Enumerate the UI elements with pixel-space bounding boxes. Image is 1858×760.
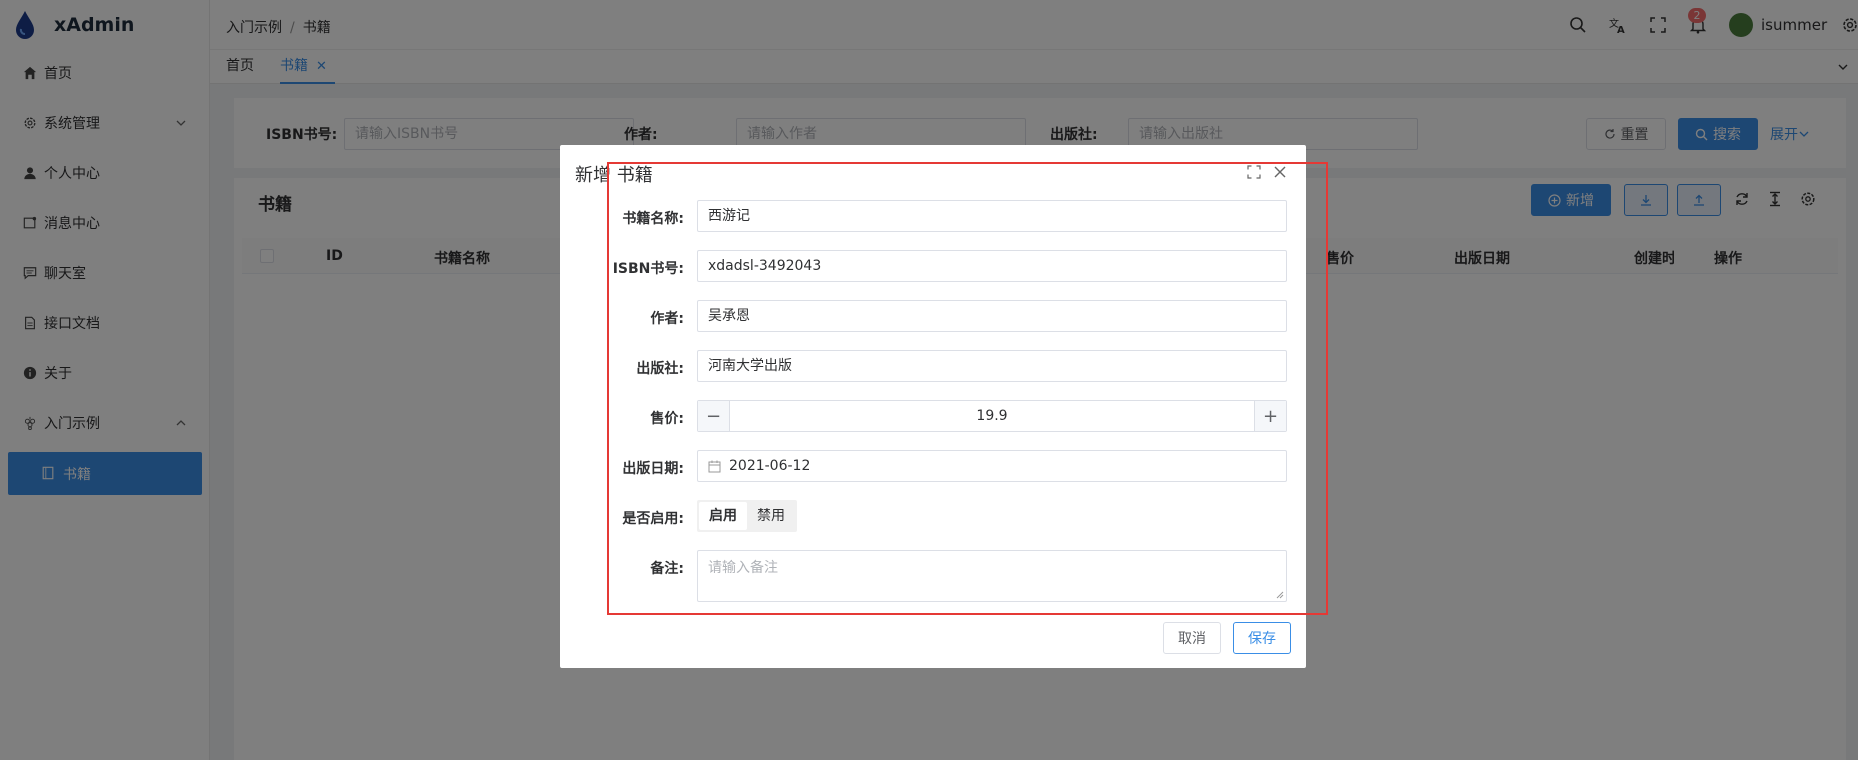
save-button-label: 保存 — [1248, 631, 1276, 647]
cancel-button[interactable]: 取消 — [1163, 622, 1221, 654]
cancel-button-label: 取消 — [1178, 631, 1206, 647]
annotation-highlight-box — [607, 162, 1328, 615]
save-button[interactable]: 保存 — [1233, 622, 1291, 654]
